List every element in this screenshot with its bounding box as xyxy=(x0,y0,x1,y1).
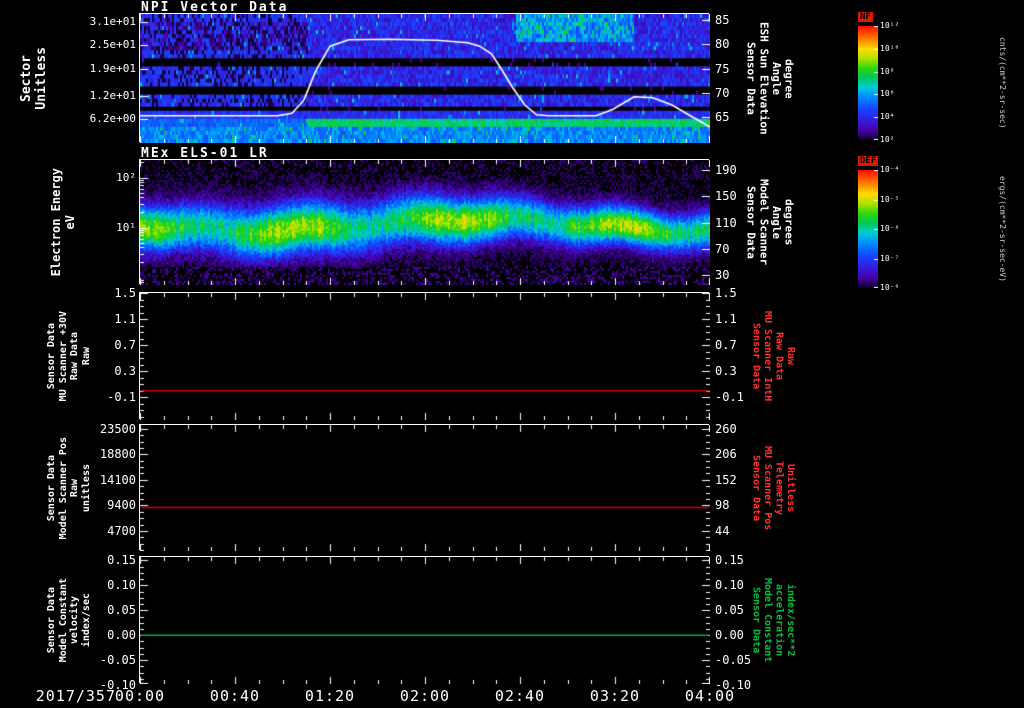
def-colorbar xyxy=(858,170,878,288)
y-tick-label: 2.5e+01 xyxy=(89,38,136,52)
x-tick-label: 04:00 xyxy=(684,687,736,705)
panel-els xyxy=(139,159,710,285)
y-axis-label-right-npi: Sensor Data ESH Sun Elevation Angle degree xyxy=(744,14,796,143)
colorbar-tick-label: 10⁸ xyxy=(880,66,895,76)
axis-label-line: MU Scanner Pos xyxy=(762,445,773,531)
axis-label-line: Raw xyxy=(80,347,92,366)
colorbar-tick-label: 10¹⁰ xyxy=(880,43,900,53)
axis-label-line: Sensor Data xyxy=(46,587,57,654)
mu-scanner-30v-plot-canvas xyxy=(140,293,710,420)
x-tick-label: 00:40 xyxy=(209,687,261,705)
y-axis-label-left-model-constant-velocity: Sensor Data Model Constant velocity index/s… xyxy=(46,557,92,684)
axis-label-line: unitless xyxy=(80,463,92,513)
colorbar-tick-label: 10¹² xyxy=(880,21,900,30)
axis-label-line: Electron Energy xyxy=(49,168,63,277)
colorbar-unit-text: cnts/(cm**2-sr-sec) xyxy=(998,37,1007,129)
axis-label-line: index/sec xyxy=(80,593,92,648)
x-tick-label: 00:00 xyxy=(114,687,166,705)
colorbar-unit-label: ergs/(cm**2-sr-sec-eV) xyxy=(998,170,1007,288)
colorbar-tick-label: 10⁻⁶ xyxy=(880,224,900,233)
colorbar-tick-label: 10⁻⁷ xyxy=(880,253,900,263)
axis-label-line: Raw xyxy=(69,478,80,498)
colorbar-tick-label: 10⁶ xyxy=(880,89,895,99)
axis-label-line: degrees xyxy=(782,199,796,246)
x-tick-label: 02:40 xyxy=(494,687,546,705)
colorbar-tick-label: 10⁻⁴ xyxy=(880,165,900,174)
x-tick-label: 01:20 xyxy=(304,687,356,705)
y-axis-label-right-scanner-pos: Sensor Data MU Scanner Pos Telemetry Unitle… xyxy=(750,425,797,551)
axis-label-line: Raw xyxy=(785,347,796,366)
axis-label-line: Sensor Data xyxy=(46,323,57,390)
y-axis-label-left-els: Electron Energy eV xyxy=(49,160,78,285)
y-axis-label-left-mu-scanner-30v: Sensor Data MU Scanner +30V Raw Data Raw xyxy=(46,293,92,420)
axis-label-line: Unitless xyxy=(33,47,49,110)
colorbar-tick-label: 10⁻⁵ xyxy=(880,194,900,204)
axis-label-line: ESH Sun Elevation xyxy=(757,22,771,135)
axis-label-line: Sensor Data xyxy=(744,42,758,115)
colorbar-tick-label: 10⁻⁸ xyxy=(880,283,900,292)
y-axis-label-right-mu-scanner-30v: Sensor Data MU Scanner IntH Raw Data Raw xyxy=(750,293,797,420)
axis-label-line: velocity xyxy=(69,596,80,645)
axis-label-line: eV xyxy=(62,215,77,230)
axis-label-line: Sensor Data xyxy=(744,186,758,259)
panel-npi xyxy=(139,13,710,143)
x-tick-label: 03:20 xyxy=(589,687,641,705)
axis-label-line: Model Constant xyxy=(762,578,773,663)
colorbar-tick-label: 10² xyxy=(880,135,895,144)
panel-scanner-pos xyxy=(139,424,710,551)
panel-mu-scanner-30v xyxy=(139,292,710,420)
npi-plot-canvas xyxy=(140,14,710,143)
axis-label-line: Raw Data xyxy=(69,332,80,381)
axis-label-line: degree xyxy=(782,58,796,99)
axis-label-line: Angle xyxy=(769,205,783,240)
y-tick-label: 10¹ xyxy=(116,220,136,234)
axis-label-line: Telemetry xyxy=(773,460,785,516)
colorbar-unit-text: ergs/(cm**2-sr-sec-eV) xyxy=(998,176,1007,282)
y-axis-label-right-els: Sensor Data Model Scanner Angle degrees xyxy=(744,160,796,285)
els-plot-canvas xyxy=(140,160,710,285)
axis-label-line: MU Scanner +30V xyxy=(57,311,69,402)
y-tick-label: 1.2e+01 xyxy=(89,89,136,103)
y-tick-label: 1.9e+01 xyxy=(89,61,136,75)
y-axis-label-left-scanner-pos: Sensor Data Model Scanner Pos Raw unitless xyxy=(46,425,92,551)
axis-label-line: Model Scanner xyxy=(757,179,771,266)
axis-label-line: Sector xyxy=(19,55,34,102)
axis-label-line: Raw Data xyxy=(773,332,785,381)
axis-label-line: Angle xyxy=(769,61,783,96)
colorbar-tag: NF xyxy=(858,12,873,22)
science-plot-figure: NPI Vector Data MEx ELS-01 LR 2017/357 3… xyxy=(0,0,1024,708)
axis-label-line: acceleration xyxy=(773,584,785,657)
y-axis-label-left-npi: Sector Unitless xyxy=(19,14,50,143)
y-tick-label: 10² xyxy=(116,170,136,184)
axis-label-line: Model Scanner Pos xyxy=(57,436,69,540)
axis-label-line: index/sec**2 xyxy=(785,584,796,657)
y-tick-label: 6.2e+00 xyxy=(89,111,136,125)
colorbar-unit-label: cnts/(cm**2-sr-sec) xyxy=(998,26,1007,140)
y-axis-label-right-model-constant-velocity: Sensor Data Model Constant acceleration ind… xyxy=(750,557,797,684)
axis-label-line: Sensor Data xyxy=(46,454,57,522)
axis-label-line: Model Constant xyxy=(57,578,69,663)
scanner-pos-plot-canvas xyxy=(140,425,710,551)
panel-model-constant-velocity xyxy=(139,556,710,684)
model-constant-velocity-plot-canvas xyxy=(140,557,710,684)
x-tick-label: 02:00 xyxy=(399,687,451,705)
axis-label-line: Unitless xyxy=(785,463,796,513)
y-tick-label: 3.1e+01 xyxy=(89,14,136,28)
colorbar-tag: DEF xyxy=(858,156,879,166)
nf-colorbar xyxy=(858,26,878,140)
colorbar-tick-label: 10⁴ xyxy=(880,112,895,122)
axis-label-line: Sensor Data xyxy=(750,587,762,654)
axis-label-line: Sensor Data xyxy=(750,454,762,522)
axis-label-line: MU Scanner IntH xyxy=(762,311,773,402)
axis-label-line: Sensor Data xyxy=(750,323,762,390)
